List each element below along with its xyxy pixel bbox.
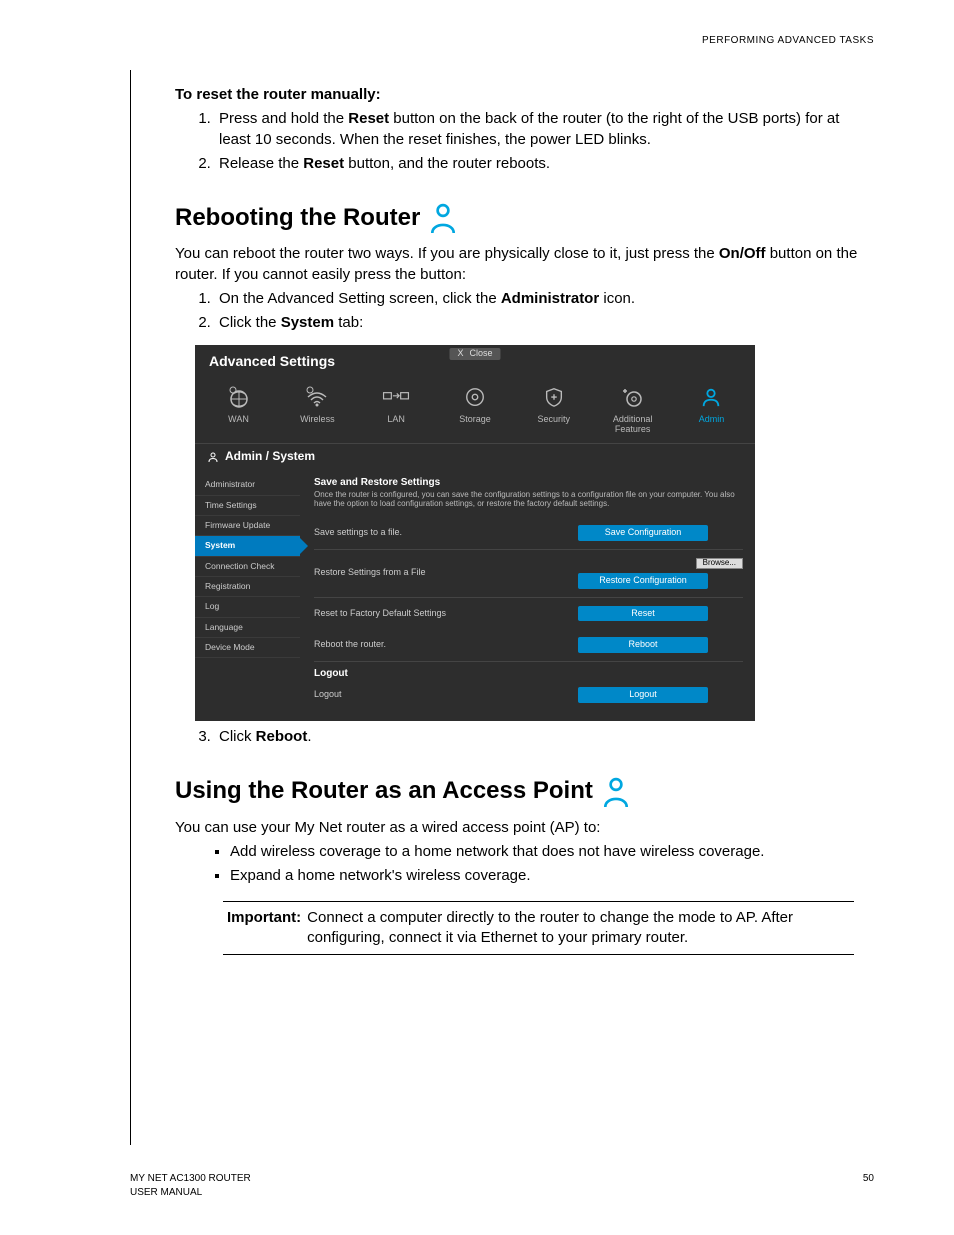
side-administrator[interactable]: Administrator [195, 475, 300, 495]
side-language[interactable]: Language [195, 618, 300, 638]
nav-additional[interactable]: Additional Features [595, 383, 670, 435]
router-sidebar: Administrator Time Settings Firmware Upd… [195, 469, 300, 721]
ap-intro: You can use your My Net router as a wire… [175, 818, 874, 838]
wifi-gear-icon [303, 383, 331, 411]
logout-title: Logout [314, 668, 743, 679]
manual-reset-heading: To reset the router manually: [175, 85, 874, 105]
side-device-mode[interactable]: Device Mode [195, 638, 300, 658]
save-restore-title: Save and Restore Settings [314, 477, 743, 488]
row-reboot: Reboot the router. Reboot [314, 629, 743, 662]
shield-icon [540, 383, 568, 411]
footer-left: MY NET AC1300 ROUTER USER MANUAL [130, 1172, 251, 1199]
side-registration[interactable]: Registration [195, 577, 300, 597]
row-reboot-label: Reboot the router. [314, 640, 386, 650]
ap-bullet-1: Add wireless coverage to a home network … [230, 842, 874, 862]
logout-button[interactable]: Logout [578, 687, 708, 703]
row-restore: Restore Settings from a File Browse... R… [314, 550, 743, 598]
nav-security[interactable]: Security [516, 383, 591, 435]
reset-button[interactable]: Reset [578, 606, 708, 622]
rebooting-steps-bottom: Click Reboot. [175, 727, 874, 747]
router-screenshot: XClose Advanced Settings WAN Wireless LA… [195, 345, 755, 721]
ap-heading: Using the Router as an Access Point [175, 775, 874, 807]
rebooting-step-3: Click Reboot. [215, 727, 874, 747]
side-rule [130, 70, 131, 1145]
note-text: Connect a computer directly to the route… [307, 908, 850, 949]
save-restore-desc: Once the router is configured, you can s… [314, 491, 743, 509]
router-main: Save and Restore Settings Once the route… [300, 469, 755, 721]
reboot-button[interactable]: Reboot [578, 637, 708, 653]
row-save-label: Save settings to a file. [314, 528, 402, 538]
manual-reset-step-2: Release the Reset button, and the router… [215, 154, 874, 174]
nav-storage[interactable]: Storage [437, 383, 512, 435]
nav-admin[interactable]: Admin [674, 383, 749, 435]
page-footer: MY NET AC1300 ROUTER USER MANUAL 50 [130, 1172, 874, 1199]
save-config-button[interactable]: Save Configuration [578, 525, 708, 541]
person-icon [207, 451, 219, 463]
side-system[interactable]: System [195, 536, 300, 556]
side-firmware-update[interactable]: Firmware Update [195, 516, 300, 536]
row-reset-label: Reset to Factory Default Settings [314, 609, 446, 619]
page-content: To reset the router manually: Press and … [175, 85, 874, 955]
person-icon [697, 383, 725, 411]
row-logout-label: Logout [314, 690, 342, 700]
side-log[interactable]: Log [195, 597, 300, 617]
row-save: Save settings to a file. Save Configurat… [314, 517, 743, 550]
browse-button[interactable]: Browse... [696, 558, 743, 569]
lan-icon [382, 383, 410, 411]
row-logout: Logout Logout [314, 679, 743, 711]
rebooting-step-1: On the Advanced Setting screen, click th… [215, 289, 874, 309]
person-icon [430, 203, 456, 233]
page-number: 50 [863, 1172, 874, 1199]
rebooting-heading: Rebooting the Router [175, 202, 874, 234]
note-label: Important: [227, 908, 301, 949]
ap-bullets: Add wireless coverage to a home network … [175, 842, 874, 887]
ap-bullet-2: Expand a home network's wireless coverag… [230, 866, 874, 886]
rebooting-step-2: Click the System tab: [215, 313, 874, 333]
person-icon [603, 777, 629, 807]
nav-wan[interactable]: WAN [201, 383, 276, 435]
router-top-nav: WAN Wireless LAN Storage Security Additi… [195, 377, 755, 444]
important-note: Important: Connect a computer directly t… [223, 901, 854, 956]
manual-reset-step-1: Press and hold the Reset button on the b… [215, 109, 874, 150]
restore-config-button[interactable]: Restore Configuration [578, 573, 708, 589]
storage-icon [461, 383, 489, 411]
nav-lan[interactable]: LAN [359, 383, 434, 435]
side-connection-check[interactable]: Connection Check [195, 557, 300, 577]
rebooting-steps-top: On the Advanced Setting screen, click th… [175, 289, 874, 334]
gear-plus-icon [619, 383, 647, 411]
row-reset: Reset to Factory Default Settings Reset [314, 598, 743, 630]
row-restore-label: Restore Settings from a File [314, 568, 426, 578]
close-button[interactable]: XClose [449, 348, 500, 360]
nav-wireless[interactable]: Wireless [280, 383, 355, 435]
globe-gear-icon [225, 383, 253, 411]
side-time-settings[interactable]: Time Settings [195, 496, 300, 516]
manual-reset-list: Press and hold the Reset button on the b… [175, 109, 874, 174]
router-body: Administrator Time Settings Firmware Upd… [195, 469, 755, 721]
router-breadcrumb: Admin / System [195, 444, 755, 469]
page-header: PERFORMING ADVANCED TASKS [702, 34, 874, 48]
rebooting-intro: You can reboot the router two ways. If y… [175, 244, 874, 285]
